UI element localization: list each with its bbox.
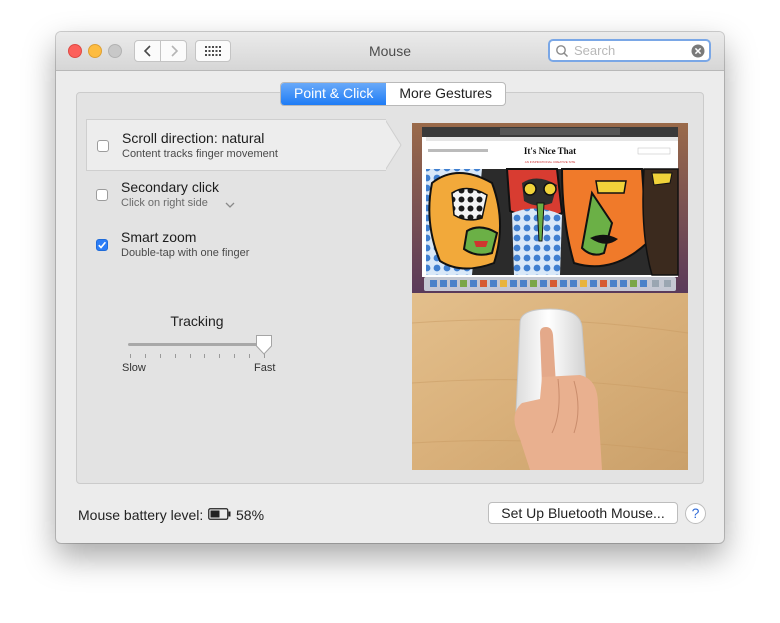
tracking-tick	[204, 354, 206, 358]
title-bar: Mouse	[56, 32, 724, 71]
scroll-direction-title: Scroll direction: natural	[122, 130, 265, 146]
gesture-preview-video: It's Nice That AN INSPIRATIONAL CREATIVE…	[412, 123, 688, 470]
secondary-click-checkbox[interactable]	[96, 189, 108, 201]
smart-zoom-title: Smart zoom	[121, 229, 197, 245]
search-field[interactable]	[548, 39, 711, 62]
tracking-tick	[174, 354, 176, 358]
setup-bluetooth-mouse-button[interactable]: Set Up Bluetooth Mouse...	[488, 502, 678, 524]
tab-point-and-click[interactable]: Point & Click	[281, 83, 387, 105]
smart-zoom-subtitle: Double-tap with one finger	[121, 247, 250, 259]
tab-bar: Point & Click More Gestures	[280, 82, 506, 106]
tracking-slider[interactable]	[128, 343, 264, 346]
option-secondary-click[interactable]: Secondary click Click on right side	[86, 172, 386, 222]
tracking-tick	[249, 354, 251, 358]
clear-search-icon[interactable]	[691, 44, 705, 58]
tracking-slider-knob[interactable]	[255, 334, 273, 356]
search-icon	[556, 44, 569, 57]
secondary-click-subtitle[interactable]: Click on right side	[121, 197, 208, 209]
search-input[interactable]	[572, 43, 684, 58]
tracking-fast-label: Fast	[254, 362, 276, 374]
tracking-tick	[144, 354, 146, 358]
scroll-direction-checkbox[interactable]	[97, 140, 109, 152]
smart-zoom-checkbox[interactable]	[96, 239, 108, 251]
preview-caption: AN INSPIRATIONAL CREATIVE SITE	[525, 160, 576, 164]
battery-icon	[208, 508, 231, 520]
battery-level-label: Mouse battery level:	[78, 507, 204, 523]
preview-site-title: It's Nice That	[524, 146, 576, 156]
tracking-slow-label: Slow	[122, 362, 146, 374]
chevron-down-icon[interactable]	[225, 201, 235, 209]
scroll-direction-subtitle: Content tracks finger movement	[122, 148, 278, 160]
option-smart-zoom[interactable]: Smart zoom Double-tap with one finger	[86, 222, 386, 272]
checkmark-icon	[98, 241, 107, 249]
help-button[interactable]: ?	[685, 503, 706, 524]
selected-option-arrow	[384, 119, 402, 171]
secondary-click-title: Secondary click	[121, 179, 220, 195]
tracking-tick	[219, 354, 221, 358]
mouse-preferences-window: Mouse Point & Click More Gestures Scroll…	[56, 32, 724, 543]
tracking-label: Tracking	[170, 313, 224, 329]
tab-more-gestures[interactable]: More Gestures	[386, 83, 505, 105]
preview-illustration: It's Nice That AN INSPIRATIONAL CREATIVE…	[412, 123, 688, 470]
tracking-tick	[130, 354, 131, 358]
option-scroll-direction[interactable]: Scroll direction: natural Content tracks…	[86, 119, 386, 171]
tracking-tick	[234, 354, 236, 358]
tracking-tick	[189, 354, 191, 358]
tracking-tick	[159, 354, 161, 358]
battery-percent: 58%	[236, 507, 265, 523]
